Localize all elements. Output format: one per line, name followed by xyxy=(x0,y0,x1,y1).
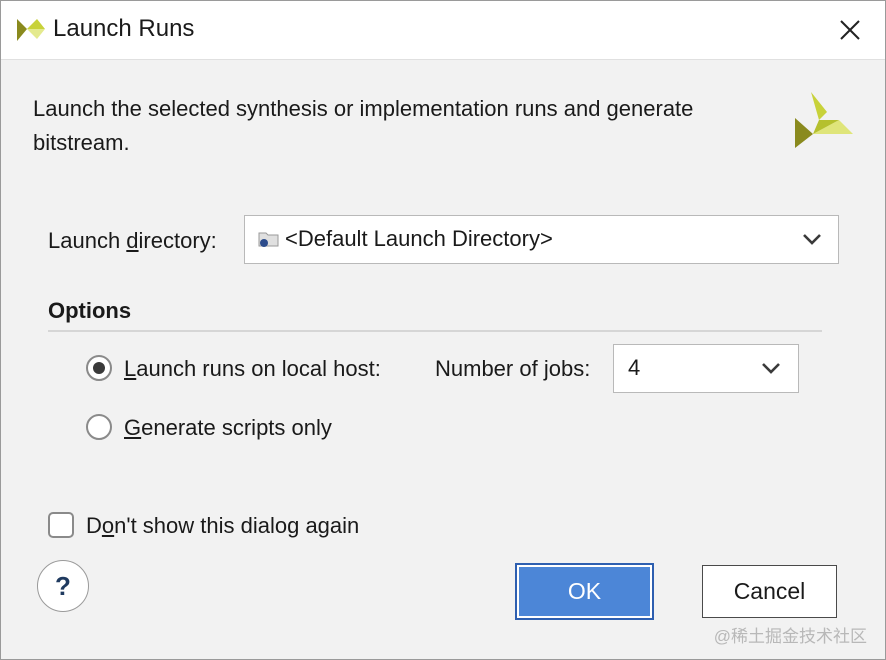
launch-directory-select[interactable]: <Default Launch Directory> xyxy=(244,215,839,264)
scripts-only-mnemonic: G xyxy=(124,415,142,440)
cancel-button[interactable]: Cancel xyxy=(702,565,837,618)
launch-directory-label: Launch directory: xyxy=(48,228,217,254)
dont-show-again-checkbox[interactable] xyxy=(48,512,74,538)
dont-show-label-part: D xyxy=(86,513,102,538)
watermark: @稀土掘金技术社区 xyxy=(713,627,867,646)
scripts-only-radio[interactable] xyxy=(86,414,112,440)
local-host-label-text: aunch runs on local host: xyxy=(136,356,381,381)
options-section-title: Options xyxy=(48,298,132,323)
launch-runs-dialog: Launch Runs Launch the selected synthesi… xyxy=(0,0,886,660)
xilinx-brand-logo xyxy=(795,92,853,148)
launch-directory-label-part: irectory: xyxy=(138,228,217,253)
ok-button[interactable]: OK xyxy=(515,563,654,620)
options-divider xyxy=(48,330,822,332)
help-button[interactable]: ? xyxy=(37,560,89,612)
folder-icon xyxy=(258,232,279,247)
radio-selected-dot xyxy=(93,362,105,374)
number-of-jobs-select[interactable]: 4 xyxy=(613,344,799,393)
chevron-down-icon xyxy=(762,363,780,374)
close-icon[interactable] xyxy=(835,15,865,45)
local-host-mnemonic: L xyxy=(124,356,137,381)
dialog-body: Launch the selected synthesis or impleme… xyxy=(1,60,885,659)
dont-show-label-part: n't show this dialog again xyxy=(114,513,360,538)
chevron-down-icon xyxy=(803,234,821,245)
dialog-title: Launch Runs xyxy=(53,15,195,42)
jobs-label-part: obs: xyxy=(548,356,591,381)
scripts-only-label[interactable]: Generate scripts only xyxy=(124,415,332,441)
launch-directory-label-part: Launch xyxy=(48,228,127,253)
launch-directory-mnemonic: d xyxy=(126,228,139,253)
local-host-label[interactable]: Launch runs on local host: xyxy=(124,356,381,382)
dont-show-mnemonic: o xyxy=(101,513,115,538)
scripts-only-label-text: enerate scripts only xyxy=(141,415,332,440)
title-bar: Launch Runs xyxy=(1,1,885,60)
local-host-radio[interactable] xyxy=(86,355,112,381)
number-of-jobs-label: Number of jobs: xyxy=(435,356,590,382)
launch-directory-value: <Default Launch Directory> xyxy=(285,226,553,251)
jobs-label-part: Number of xyxy=(435,356,544,381)
dialog-description: Launch the selected synthesis or impleme… xyxy=(33,96,694,155)
dont-show-again-label[interactable]: Don't show this dialog again xyxy=(86,513,359,539)
xilinx-logo-icon xyxy=(17,19,45,41)
number-of-jobs-value: 4 xyxy=(628,355,641,380)
